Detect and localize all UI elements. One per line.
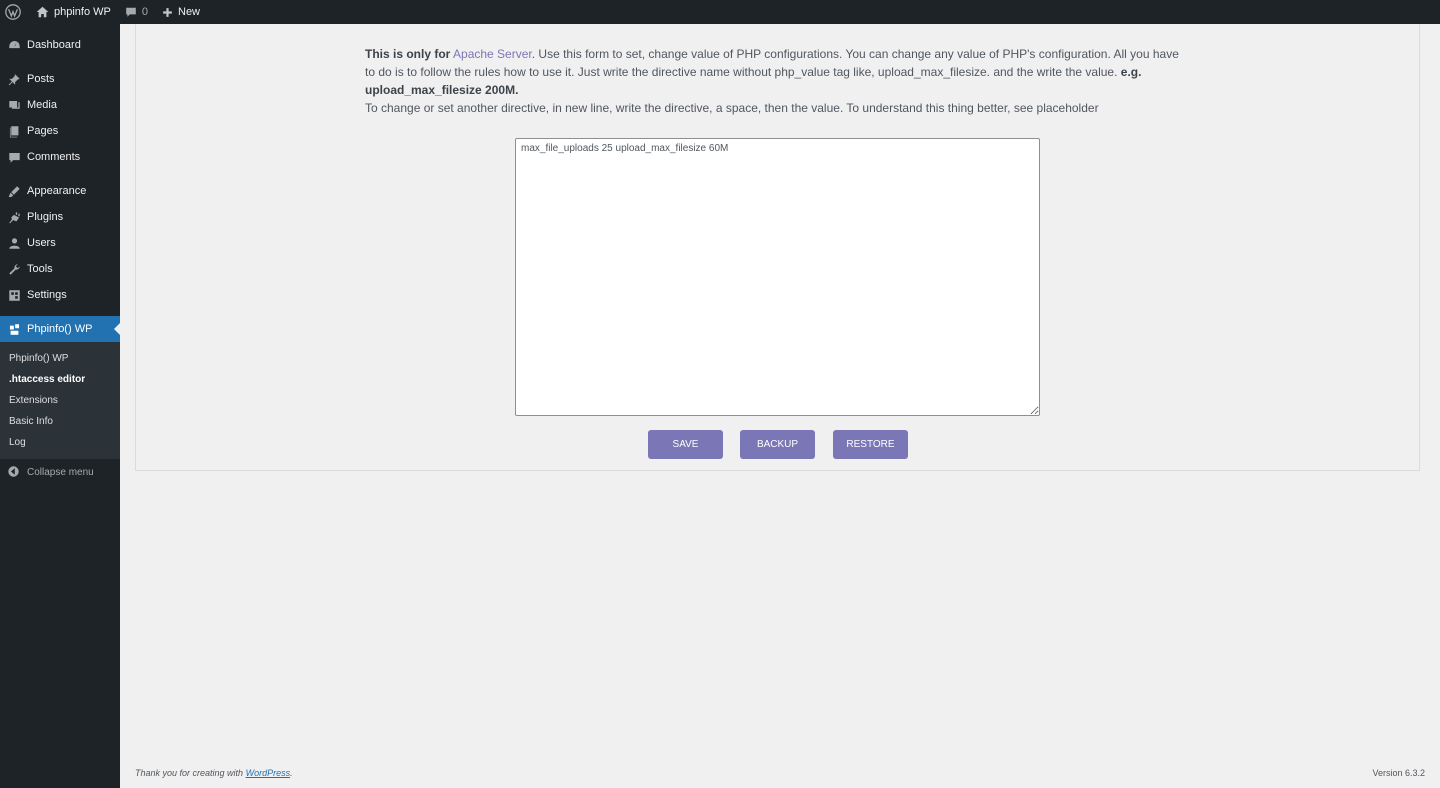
comment-icon	[125, 6, 137, 18]
sidebar-item-tools[interactable]: Tools	[0, 256, 120, 282]
sidebar-item-settings[interactable]: Settings	[0, 282, 120, 308]
comments-count: 0	[141, 6, 148, 18]
collapse-icon	[7, 465, 21, 479]
submenu-item-extensions[interactable]: Extensions	[0, 390, 120, 411]
restore-button[interactable]: RESTORE	[833, 430, 908, 459]
sidebar-item-phpinfo-wp[interactable]: Phpinfo() WP	[0, 316, 120, 342]
brush-icon	[7, 184, 21, 198]
footer-thanks: Thank you for creating with WordPress.	[135, 768, 293, 778]
sidebar-label: Settings	[27, 289, 67, 301]
sidebar-item-media[interactable]: Media	[0, 92, 120, 118]
backup-button[interactable]: BACKUP	[740, 430, 815, 459]
save-button[interactable]: SAVE	[648, 430, 723, 459]
media-icon	[7, 98, 21, 112]
sidebar-item-comments[interactable]: Comments	[0, 144, 120, 170]
site-name-link[interactable]: phpinfo WP	[29, 0, 118, 24]
comment-icon	[7, 150, 21, 164]
site-name: phpinfo WP	[54, 6, 111, 18]
sidebar-item-users[interactable]: Users	[0, 230, 120, 256]
plus-icon	[162, 7, 173, 18]
submenu-item-htaccess-editor[interactable]: .htaccess editor	[0, 369, 120, 390]
new-label: New	[178, 6, 201, 18]
collapse-menu-button[interactable]: Collapse menu	[0, 461, 120, 483]
admin-sidebar: Dashboard Posts Media Pages Comments App…	[0, 24, 120, 788]
comments-link[interactable]: 0	[118, 0, 155, 24]
wordpress-link[interactable]: WordPress	[246, 768, 291, 778]
sidebar-label: Comments	[27, 151, 81, 163]
sidebar-item-posts[interactable]: Posts	[0, 66, 120, 92]
footer-version: Version 6.3.2	[1372, 768, 1425, 778]
sidebar-label: Appearance	[27, 185, 87, 197]
phpinfo-icon	[7, 322, 21, 336]
user-icon	[7, 236, 21, 250]
plugin-icon	[7, 210, 21, 224]
htaccess-textarea[interactable]: max_file_uploads 25 upload_max_filesize …	[515, 138, 1040, 416]
admin-bar: phpinfo WP 0 New	[0, 0, 1440, 24]
sidebar-label: Pages	[27, 125, 59, 137]
apache-server-link[interactable]: Apache Server	[453, 47, 532, 61]
pages-icon	[7, 124, 21, 138]
sidebar-item-plugins[interactable]: Plugins	[0, 204, 120, 230]
sidebar-label: Dashboard	[27, 39, 81, 51]
footer-thanks-text: Thank you for creating with	[135, 768, 244, 778]
sidebar-item-pages[interactable]: Pages	[0, 118, 120, 144]
wordpress-logo-icon[interactable]	[0, 0, 29, 24]
submenu-item-log[interactable]: Log	[0, 432, 120, 453]
sidebar-label: Plugins	[27, 211, 64, 223]
description: This is only for Apache Server. Use this…	[365, 45, 1185, 117]
sidebar-label: Posts	[27, 73, 55, 85]
new-content-link[interactable]: New	[155, 0, 207, 24]
sidebar-label: Media	[27, 99, 57, 111]
sidebar-label: Phpinfo() WP	[27, 323, 93, 335]
sidebar-item-dashboard[interactable]: Dashboard	[0, 32, 120, 58]
settings-icon	[7, 288, 21, 302]
submenu-item-basic-info[interactable]: Basic Info	[0, 411, 120, 432]
desc-line2: To change or set another directive, in n…	[365, 101, 1099, 115]
footer-period: .	[290, 768, 293, 778]
phpinfo-submenu: Phpinfo() WP .htaccess editor Extensions…	[0, 342, 120, 459]
sidebar-label: Users	[27, 237, 56, 249]
submenu-item-phpinfo[interactable]: Phpinfo() WP	[0, 348, 120, 369]
desc-bold: This is only for	[365, 47, 451, 61]
wrench-icon	[7, 262, 21, 276]
sidebar-label: Tools	[27, 263, 53, 275]
collapse-label: Collapse menu	[27, 466, 94, 478]
pin-icon	[7, 72, 21, 86]
dashboard-icon	[7, 38, 21, 52]
home-icon	[36, 6, 49, 18]
sidebar-item-appearance[interactable]: Appearance	[0, 178, 120, 204]
